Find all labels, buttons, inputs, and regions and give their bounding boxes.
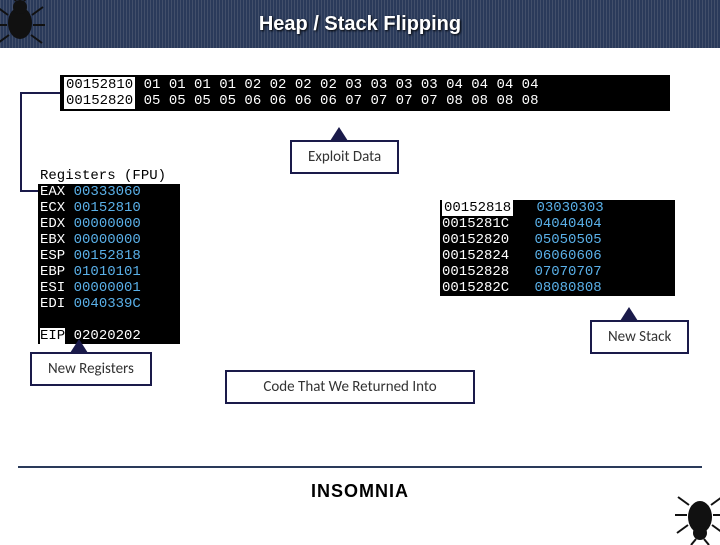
register-name: ESP: [40, 248, 65, 264]
stack-value: 07070707: [534, 264, 601, 280]
callout-pointer-icon: [330, 127, 348, 141]
stack-address: 0015282C: [442, 280, 509, 296]
stack-panel: 00152818 030303030015281C 04040404001528…: [440, 200, 675, 296]
register-value: 00000001: [74, 280, 141, 296]
slide-title: Heap / Stack Flipping: [259, 13, 461, 36]
stack-value: 05050505: [534, 232, 601, 248]
hexdump-bytes: 05 05 05 05 06 06 06 06 07 07 07 07 08 0…: [135, 93, 538, 109]
registers-header: Registers (FPU): [38, 168, 180, 184]
callout-exploit-data: Exploit Data: [290, 140, 399, 174]
register-row: ECX 00152810: [38, 200, 180, 216]
hexdump-panel: 00152810 01 01 01 01 02 02 02 02 03 03 0…: [60, 75, 670, 111]
stack-address: 00152824: [442, 248, 509, 264]
register-value: 00000000: [74, 216, 141, 232]
stack-address: 00152820: [442, 232, 509, 248]
connector-line: [20, 92, 22, 190]
footer-logo: INSOMNIA: [0, 481, 720, 502]
register-name: ECX: [40, 200, 65, 216]
hexdump-bytes: 01 01 01 01 02 02 02 02 03 03 03 03 04 0…: [135, 77, 538, 93]
hexdump-row: 00152810 01 01 01 01 02 02 02 02 03 03 0…: [64, 77, 666, 93]
stack-row: 00152828 07070707: [440, 264, 675, 280]
register-name: EDX: [40, 216, 65, 232]
register-gap: [38, 312, 180, 328]
hexdump-address: 00152810: [64, 77, 135, 93]
register-value: 00000000: [74, 232, 141, 248]
hexdump-address: 00152820: [64, 93, 135, 109]
stack-address: 00152828: [442, 264, 509, 280]
bug-icon: [675, 495, 720, 545]
register-row: EDI 0040339C: [38, 296, 180, 312]
connector-line: [20, 190, 38, 192]
register-value: 01010101: [74, 264, 141, 280]
stack-address: 00152818: [442, 200, 513, 216]
bug-icon: [0, 0, 45, 45]
callout-new-registers: New Registers: [30, 352, 152, 386]
stack-row: 0015281C 04040404: [440, 216, 675, 232]
hexdump-row: 00152820 05 05 05 05 06 06 06 06 07 07 0…: [64, 93, 666, 109]
stack-row: 00152818 03030303: [440, 200, 675, 216]
register-value: 0040339C: [74, 296, 141, 312]
registers-panel: Registers (FPU)EAX 00333060ECX 00152810E…: [38, 168, 180, 344]
register-row: EBP 01010101: [38, 264, 180, 280]
register-value: 00152818: [74, 248, 141, 264]
stack-row: 0015282C 08080808: [440, 280, 675, 296]
register-value: 00152810: [74, 200, 141, 216]
stack-row: 00152820 05050505: [440, 232, 675, 248]
callout-pointer-icon: [620, 307, 638, 321]
stack-value: 04040404: [534, 216, 601, 232]
stack-value: 03030303: [536, 200, 603, 216]
callout-new-stack: New Stack: [590, 320, 689, 354]
register-name: EIP: [40, 328, 65, 344]
register-value: 00333060: [74, 184, 141, 200]
register-row: EDX 00000000: [38, 216, 180, 232]
register-row: ESI 00000001: [38, 280, 180, 296]
stack-value: 06060606: [534, 248, 601, 264]
register-row: EBX 00000000: [38, 232, 180, 248]
callout-pointer-icon: [70, 339, 88, 353]
stack-value: 08080808: [534, 280, 601, 296]
register-row: ESP 00152818: [38, 248, 180, 264]
stack-row: 00152824 06060606: [440, 248, 675, 264]
footer-divider: [18, 466, 702, 468]
register-name: EAX: [40, 184, 65, 200]
callout-code-returned: Code That We Returned Into: [225, 370, 475, 404]
register-row: EAX 00333060: [38, 184, 180, 200]
slide-header: Heap / Stack Flipping: [0, 0, 720, 48]
register-name: EBP: [40, 264, 65, 280]
register-name: EDI: [40, 296, 65, 312]
register-name: ESI: [40, 280, 65, 296]
register-name: EBX: [40, 232, 65, 248]
stack-address: 0015281C: [442, 216, 509, 232]
register-row-eip: EIP 02020202: [38, 328, 180, 344]
connector-line: [20, 92, 60, 94]
